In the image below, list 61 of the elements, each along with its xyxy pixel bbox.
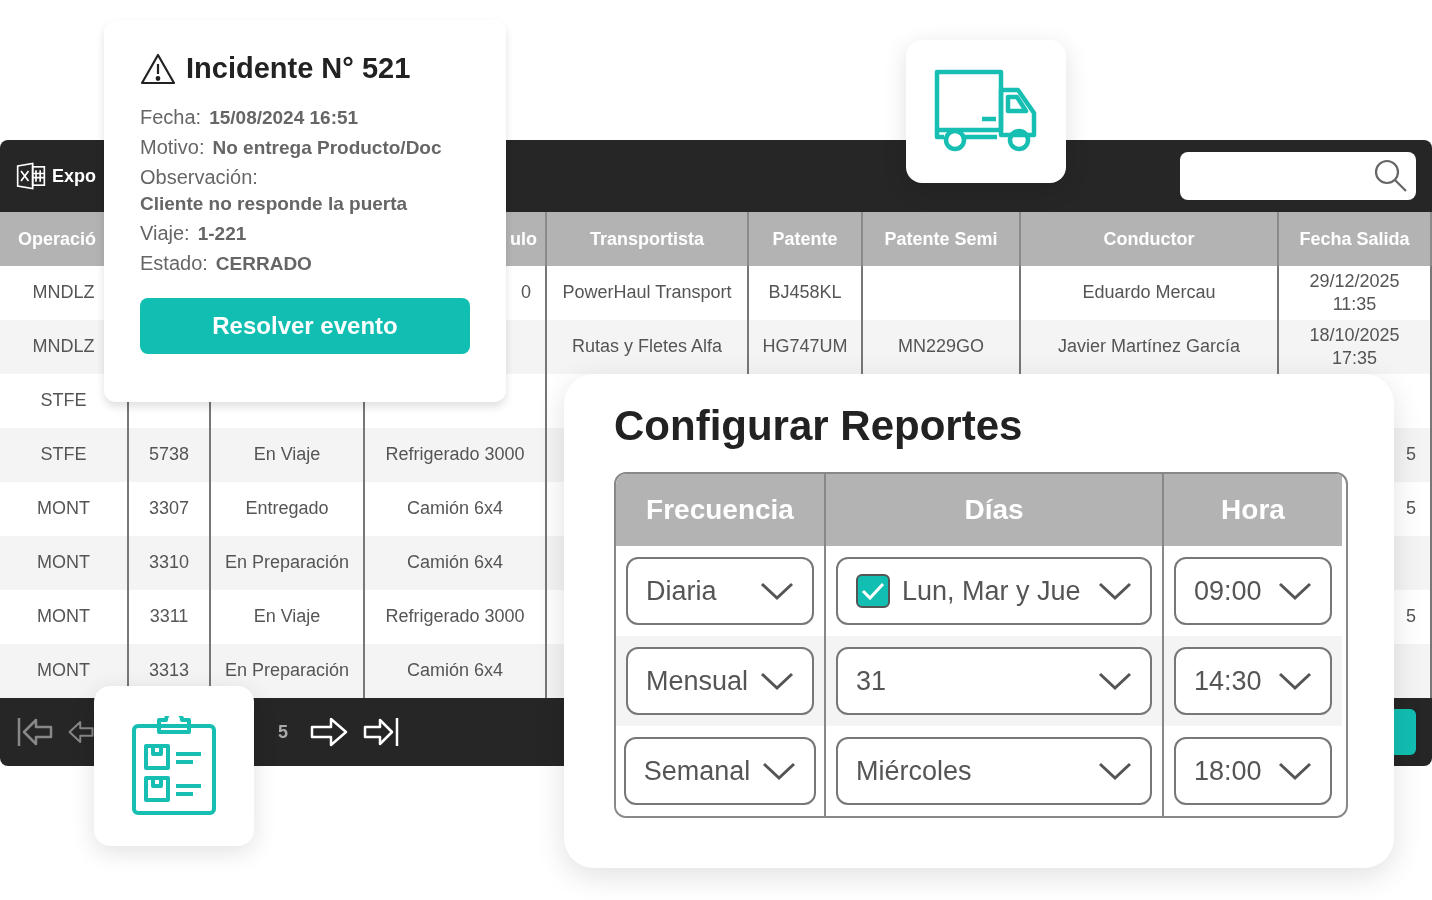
table-cell: En Preparación: [211, 536, 365, 590]
field-value: 15/08/2024 16:51: [209, 107, 359, 129]
chevron-down-icon: [1278, 761, 1312, 781]
chevron-down-icon: [1098, 761, 1132, 781]
table-cell: Rutas y Fletes Alfa: [547, 320, 749, 374]
warning-icon: [140, 52, 176, 85]
days-dropdown[interactable]: Miércoles: [836, 737, 1152, 805]
table-cell: Refrigerado 3000: [365, 428, 547, 482]
time-dropdown[interactable]: 18:00: [1174, 737, 1332, 805]
field-value: Cliente no responde la puerta: [140, 193, 408, 215]
chevron-down-icon: [1098, 671, 1132, 691]
export-button[interactable]: Expo: [16, 161, 96, 191]
column-header: Días: [826, 474, 1164, 546]
days-dropdown[interactable]: 31: [836, 647, 1152, 715]
chevron-down-icon: [1278, 581, 1312, 601]
time-dropdown[interactable]: 14:30: [1174, 647, 1332, 715]
frequency-dropdown[interactable]: Diaria: [626, 557, 814, 625]
chevron-down-icon: [1098, 581, 1132, 601]
incident-title: Incidente N° 521: [186, 52, 411, 85]
table-cell: 5738: [129, 428, 211, 482]
field-label: Viaje:: [140, 222, 190, 245]
field-value: 1-221: [197, 223, 247, 245]
search-icon: [1374, 159, 1408, 193]
table-cell: Camión 6x4: [365, 536, 547, 590]
table-cell: MONT: [0, 644, 129, 698]
column-header: Frecuencia: [616, 474, 826, 546]
table-cell: STFE: [0, 428, 129, 482]
chevron-down-icon: [762, 761, 797, 781]
chevron-down-icon: [760, 581, 794, 601]
clipboard-icon: [131, 716, 217, 816]
last-page-icon[interactable]: [362, 716, 400, 748]
table-cell: MONT: [0, 536, 129, 590]
spreadsheet-icon: [16, 161, 46, 191]
field-label: Fecha:: [140, 106, 202, 129]
time-dropdown[interactable]: 09:00: [1174, 557, 1332, 625]
field-value: No entrega Producto/Doc: [212, 137, 442, 159]
field-label: Observación:: [140, 166, 258, 189]
page-number[interactable]: 5: [278, 721, 288, 743]
check-icon: [861, 581, 885, 601]
days-dropdown[interactable]: Lun, Mar y Jue: [836, 557, 1152, 625]
first-page-icon[interactable]: [16, 716, 54, 748]
field-label: Motivo:: [140, 136, 205, 159]
table-cell: MN229GO: [863, 320, 1021, 374]
table-cell: 3310: [129, 536, 211, 590]
frequency-dropdown[interactable]: Semanal: [623, 737, 817, 805]
table-cell: En Viaje: [211, 428, 365, 482]
search-field[interactable]: [1180, 152, 1416, 200]
frequency-dropdown[interactable]: Mensual: [625, 647, 815, 715]
checkbox[interactable]: [856, 574, 890, 608]
next-page-icon[interactable]: [310, 716, 348, 748]
table-cell: Javier Martínez García: [1021, 320, 1279, 374]
chevron-down-icon: [1278, 671, 1312, 691]
table-cell: Camión 6x4: [365, 644, 547, 698]
column-header: Hora: [1164, 474, 1342, 546]
card-title: Configurar Reportes: [614, 402, 1024, 450]
chevron-down-icon: [760, 671, 795, 691]
field-label: Estado:: [140, 252, 208, 275]
table-cell: En Preparación: [211, 644, 365, 698]
field-value: CERRADO: [215, 253, 312, 275]
table-cell: HG747UM: [749, 320, 863, 374]
table-cell: 18/10/2025 17:35: [1279, 320, 1432, 374]
